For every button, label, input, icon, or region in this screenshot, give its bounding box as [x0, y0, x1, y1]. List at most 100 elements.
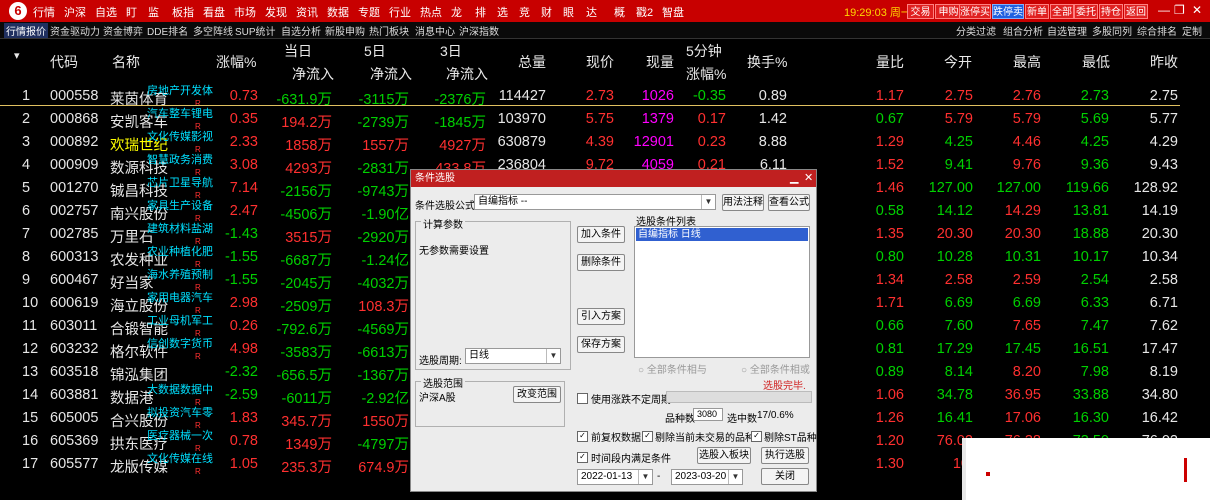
menu-item[interactable]: 市场	[234, 4, 256, 20]
tab-quotes[interactable]: 行情报价	[4, 23, 48, 38]
tab-fund-drive[interactable]: 资金驱动力	[50, 23, 100, 38]
exclude-nontrade-checkbox[interactable]: ✓	[642, 431, 653, 442]
add-condition-button[interactable]: 加入条件	[577, 226, 625, 243]
pre-adjust-checkbox[interactable]: ✓	[577, 431, 588, 442]
chevron-down-icon[interactable]: ▼	[728, 470, 742, 484]
header-5min-sub[interactable]: 涨幅%	[686, 64, 726, 84]
run-selection-button[interactable]: 执行选股	[761, 447, 809, 464]
header-volume-ratio[interactable]: 量比	[876, 52, 904, 72]
tab-dde-rank[interactable]: DDE排名	[147, 23, 188, 38]
back-button[interactable]: 返回	[1124, 4, 1148, 19]
tab-multi-stock[interactable]: 多股同列	[1092, 23, 1132, 38]
tab-long-short[interactable]: 多空阵线	[193, 23, 233, 38]
dialog-minimize-icon[interactable]: ▁	[790, 170, 798, 187]
tab-fund-game[interactable]: 资金博弈	[103, 23, 143, 38]
condition-list[interactable]: 自编指标 日线	[634, 226, 810, 358]
dialog-titlebar[interactable]: 条件选股 ▁ ✕	[411, 170, 816, 187]
position-button[interactable]: 持仓	[1099, 4, 1123, 19]
header-5min[interactable]: 5分钟	[686, 41, 722, 61]
import-scheme-button[interactable]: 引入方案	[577, 308, 625, 325]
close-dialog-button[interactable]: 关闭	[761, 468, 809, 485]
header-today[interactable]: 当日	[284, 41, 312, 61]
date-from-input[interactable]: 2022-01-13 ▼	[577, 469, 653, 485]
header-today-sub[interactable]: 净流入	[292, 64, 334, 84]
menu-item[interactable]: 看盘	[203, 4, 225, 20]
radio-all-and[interactable]: ○ 全部条件相与	[638, 361, 707, 376]
menu-item[interactable]: 自选	[95, 4, 117, 20]
menu-item[interactable]: 行情	[33, 4, 55, 20]
header-pct[interactable]: 涨幅%	[216, 52, 256, 72]
chevron-down-icon[interactable]: ▼	[546, 349, 560, 363]
menu-item[interactable]: 财	[541, 4, 552, 20]
menu-item[interactable]: 监	[148, 4, 159, 20]
chevron-down-icon[interactable]: ▼	[701, 195, 715, 209]
tab-index[interactable]: 沪深指数	[459, 23, 499, 38]
tab-portfolio[interactable]: 组合分析	[1003, 23, 1043, 38]
limit-down-sell-button[interactable]: 跌停卖	[992, 4, 1024, 19]
radio-all-or[interactable]: ○ 全部条件相或	[741, 361, 810, 376]
menu-item[interactable]: 达	[586, 4, 597, 20]
save-scheme-button[interactable]: 保存方案	[577, 336, 625, 353]
app-logo-icon[interactable]: 6	[9, 2, 27, 20]
header-3d[interactable]: 3日	[440, 41, 462, 61]
restore-icon[interactable]: ❐	[1174, 3, 1185, 17]
menu-item[interactable]: 选	[497, 4, 508, 20]
to-block-button[interactable]: 选股入板块	[697, 447, 751, 464]
header-5d-sub[interactable]: 净流入	[370, 64, 412, 84]
menu-item[interactable]: 发现	[265, 4, 287, 20]
tab-ipo[interactable]: 新股申购	[325, 23, 365, 38]
header-open[interactable]: 今开	[944, 52, 972, 72]
header-turnover[interactable]: 换手%	[747, 52, 787, 72]
exclude-st-checkbox[interactable]: ✓	[751, 431, 762, 442]
header-volume[interactable]: 总量	[518, 52, 546, 72]
header-high[interactable]: 最高	[1013, 52, 1041, 72]
header-current-volume[interactable]: 现量	[646, 52, 674, 72]
menu-item[interactable]: 智盘	[662, 4, 684, 20]
menu-item[interactable]: 板指	[172, 4, 194, 20]
view-formula-button[interactable]: 查看公式	[768, 194, 810, 211]
period-select[interactable]: 日线 ▼	[465, 348, 561, 364]
order-button[interactable]: 委托	[1074, 4, 1098, 19]
new-order-button[interactable]: 新单	[1025, 4, 1049, 19]
menu-item[interactable]: 热点	[420, 4, 442, 20]
menu-item[interactable]: 竞	[519, 4, 530, 20]
tab-ranking[interactable]: 综合排名	[1137, 23, 1177, 38]
menu-item[interactable]: 沪深	[64, 4, 86, 20]
subscribe-button[interactable]: 申购	[935, 4, 962, 19]
menu-item[interactable]: 排	[475, 4, 486, 20]
menu-item[interactable]: 戳2	[636, 4, 653, 20]
list-item[interactable]: 自编指标 日线	[636, 228, 808, 241]
time-range-checkbox[interactable]: ✓	[577, 452, 588, 463]
close-icon[interactable]: ✕	[1192, 3, 1202, 17]
chevron-down-icon[interactable]: ▼	[638, 470, 652, 484]
sort-icon[interactable]: ▾	[14, 49, 20, 62]
trade-button[interactable]: 交易	[907, 4, 934, 19]
header-low[interactable]: 最低	[1082, 52, 1110, 72]
menu-item[interactable]: 行业	[389, 4, 411, 20]
header-3d-sub[interactable]: 净流入	[446, 64, 488, 84]
menu-item[interactable]: 专题	[358, 4, 380, 20]
change-range-button[interactable]: 改变范围	[513, 386, 561, 403]
menu-item[interactable]: 眼	[563, 4, 574, 20]
minimize-icon[interactable]: —	[1158, 3, 1170, 17]
formula-select[interactable]: 自编指标 -- ▼	[474, 194, 716, 210]
date-to-input[interactable]: 2023-03-20 ▼	[671, 469, 743, 485]
usage-help-button[interactable]: 用法注释	[722, 194, 764, 211]
variable-period-checkbox[interactable]	[577, 393, 588, 404]
delete-condition-button[interactable]: 删除条件	[577, 254, 625, 271]
header-price[interactable]: 现价	[586, 52, 614, 72]
tab-custom[interactable]: 定制	[1182, 23, 1202, 38]
menu-item[interactable]: 数据	[327, 4, 349, 20]
menu-item[interactable]: 资讯	[296, 4, 318, 20]
dialog-close-icon[interactable]: ✕	[804, 170, 813, 187]
limit-up-buy-button[interactable]: 涨停买	[959, 4, 991, 19]
header-prev-close[interactable]: 昨收	[1150, 52, 1178, 72]
header-5d[interactable]: 5日	[364, 41, 386, 61]
menu-item[interactable]: 概	[614, 4, 625, 20]
header-name[interactable]: 名称	[112, 52, 140, 72]
tab-hot-sectors[interactable]: 热门板块	[369, 23, 409, 38]
tab-sup-stats[interactable]: SUP统计	[235, 23, 276, 38]
tab-news[interactable]: 消息中心	[415, 23, 455, 38]
tab-watch-manage[interactable]: 自选管理	[1047, 23, 1087, 38]
tab-watch-analysis[interactable]: 自选分析	[281, 23, 321, 38]
